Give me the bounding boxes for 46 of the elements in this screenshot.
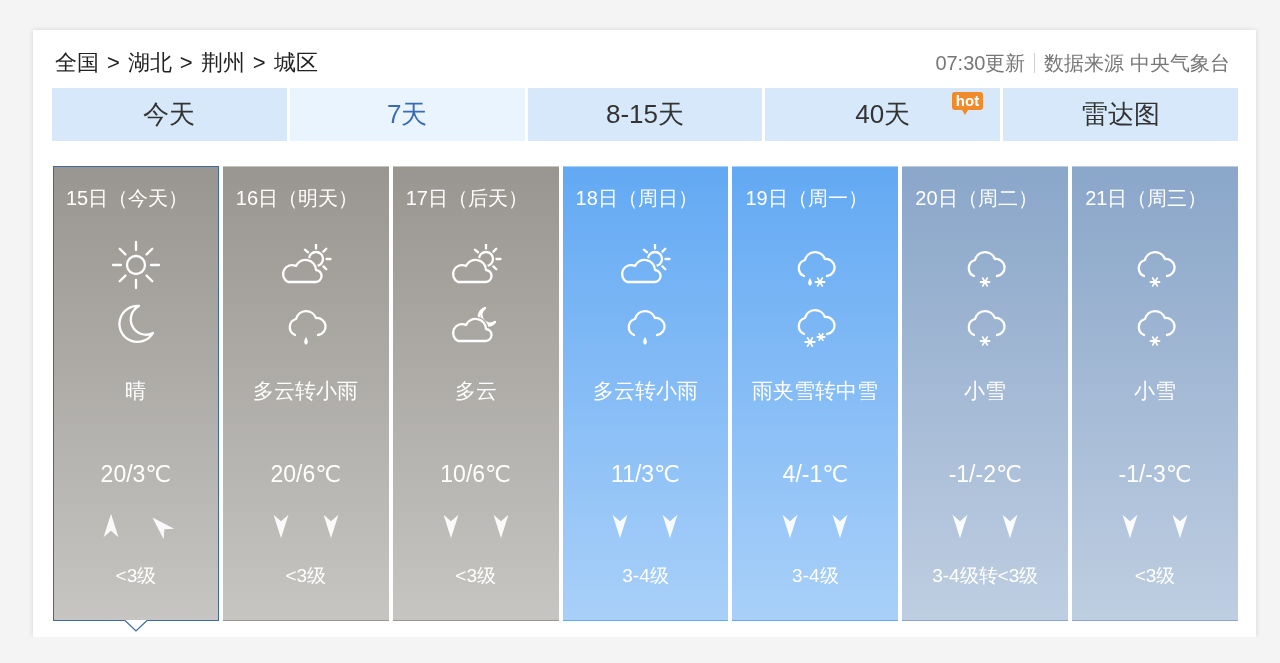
breadcrumb-link[interactable]: 城区 [273,48,318,78]
wind-level: <3级 [115,564,157,588]
wind-level: <3级 [285,564,327,588]
cloud-sun-icon [618,244,673,286]
tab[interactable]: 7天 [289,88,525,141]
breadcrumb-link[interactable]: 全国 [55,48,99,78]
weather-condition: 小雪 [964,378,1007,404]
update-time: 07:30更新 [935,50,1026,76]
tab[interactable]: 8-15天 [527,88,763,141]
day-date: 19日（周一） [744,186,868,211]
pointer-icon [123,620,148,632]
temperature-range: 20/6℃ [270,460,342,489]
temperature-range: 20/3℃ [100,460,172,489]
day-date: 16日（明天） [234,186,359,211]
breadcrumb-link[interactable]: 湖北 [127,48,172,78]
tab[interactable]: 40天 hot [765,88,1001,141]
breadcrumb-separator: > [107,50,120,76]
weather-condition: 多云转小雨 [593,378,698,404]
day-date: 20日（周二） [914,186,1038,211]
breadcrumb-separator: > [179,50,193,76]
day-date: 17日（后天） [404,186,528,211]
weather-condition: 多云 [454,378,497,404]
tab[interactable]: 今天 [52,88,287,141]
temperature-range: 10/6℃ [440,460,511,489]
tab[interactable]: 雷达图 [1003,88,1238,141]
breadcrumb-separator: > [252,50,266,76]
weather-condition: 雨夹雪转中雪 [752,378,879,404]
day-date: 15日（今天） [65,186,189,211]
temperature-range: 11/3℃ [611,460,680,489]
wind-level: 3-4级 [792,564,839,588]
wind-level: <3级 [455,564,496,588]
weather-condition: 晴 [125,378,147,404]
temperature-range: 4/-1℃ [782,460,849,489]
weather-condition: 多云转小雨 [253,378,359,404]
day-date: 18日（周日） [574,186,698,211]
data-source: 数据来源 中央气象台 [1044,50,1230,76]
wind-level: 3-4级转<3级 [932,564,1039,588]
wind-level: 3-4级 [622,564,669,588]
temperature-range: -1/-3℃ [1118,460,1192,489]
breadcrumb-link[interactable]: 荆州 [200,48,245,78]
day-date: 21日（周三） [1084,186,1208,211]
temperature-range: -1/-2℃ [948,460,1022,489]
moon-icon [115,303,156,345]
weather-condition: 小雪 [1134,378,1177,404]
sun-icon [110,240,161,290]
wind-level: <3级 [1134,564,1176,588]
